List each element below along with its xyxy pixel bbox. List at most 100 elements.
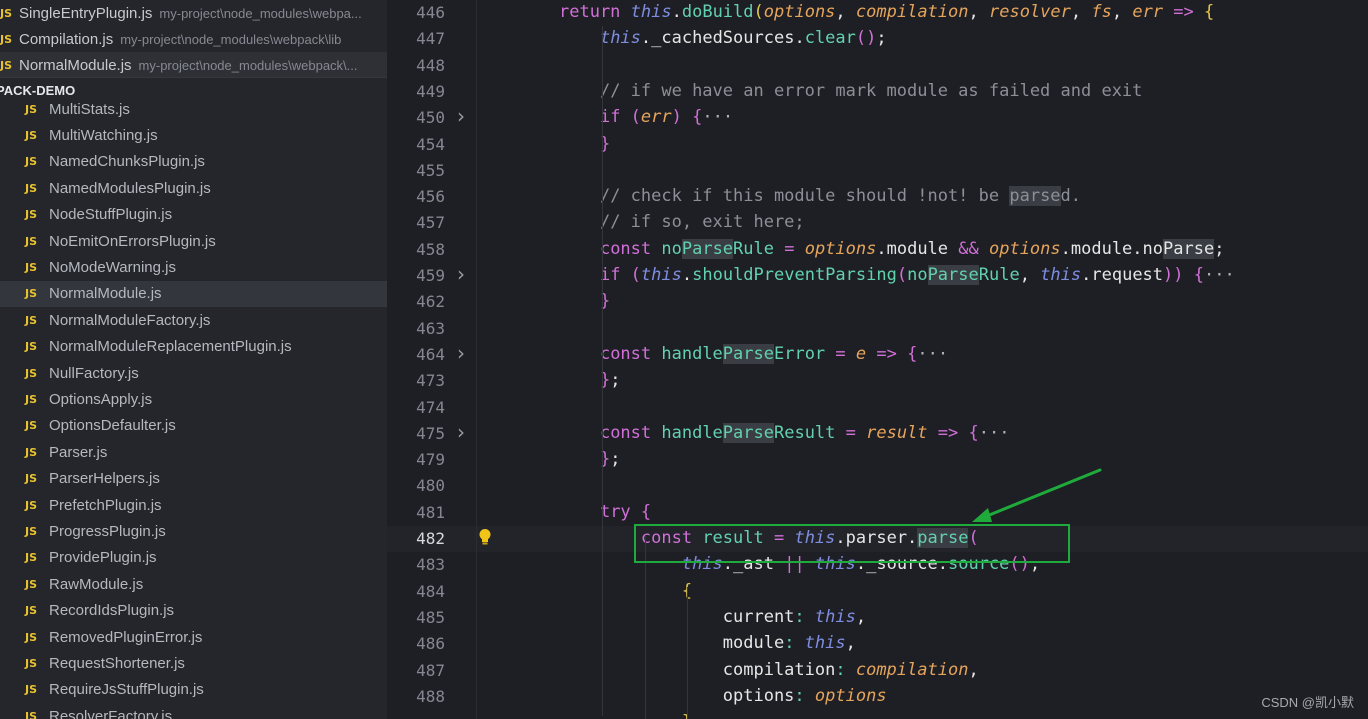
code-text[interactable]: // check if this module should !not! be …: [559, 186, 1082, 207]
fold-chevron-icon[interactable]: ›: [457, 262, 465, 286]
line-number: 447: [416, 29, 445, 49]
code-text[interactable]: };: [559, 449, 621, 469]
open-editor-name: SingleEntryPlugin.js: [19, 4, 153, 22]
fold-chevron-icon[interactable]: ›: [457, 104, 465, 128]
code-text[interactable]: if (this.shouldPreventParsing(noParseRul…: [559, 265, 1235, 285]
code-token: =: [835, 422, 867, 443]
file-tree-item[interactable]: JS NamedChunksPlugin.js: [0, 149, 387, 175]
code-text[interactable]: return this.doBuild(options, compilation…: [559, 2, 1214, 22]
js-file-icon: JS: [25, 551, 38, 565]
code-token: resolver: [988, 2, 1071, 22]
file-tree-item[interactable]: JS ProvidePlugin.js: [0, 545, 387, 571]
file-tree-item[interactable]: JS NamedModulesPlugin.js: [0, 175, 387, 201]
code-text[interactable]: options: options: [559, 686, 887, 706]
file-tree-item[interactable]: JS Parser.js: [0, 439, 387, 465]
code-token: :: [794, 685, 815, 706]
code-text[interactable]: const noParseRule = options.module && op…: [559, 238, 1224, 259]
code-token: // if so, exit here;: [599, 212, 805, 233]
file-tree-item[interactable]: JS RecordIdsPlugin.js: [0, 598, 387, 624]
code-token: d.: [1060, 186, 1082, 207]
code-token: :: [835, 659, 856, 680]
file-tree-item[interactable]: JS NoEmitOnErrorsPlugin.js: [0, 228, 387, 254]
file-tree-item[interactable]: JS NormalModule.js: [0, 280, 387, 307]
code-line: 450 › if (err) {···: [387, 104, 1368, 131]
js-file-icon: JS: [25, 419, 38, 433]
code-line: 473 };: [387, 368, 1368, 394]
code-text[interactable]: const handleParseResult = result => {···: [559, 422, 1009, 443]
code-text[interactable]: this._cachedSources.clear();: [559, 28, 887, 48]
code-token: {: [1193, 265, 1204, 285]
code-text[interactable]: // if we have an error mark module as fa…: [559, 81, 1142, 101]
code-token: _cachedSources: [651, 28, 795, 49]
file-tree-item[interactable]: JS OptionsApply.js: [0, 386, 387, 412]
file-tree-item[interactable]: JS NullFactory.js: [0, 360, 387, 386]
code-token: .: [794, 28, 805, 49]
code-line: 484 {: [387, 579, 1368, 605]
js-file-icon: JS: [25, 234, 38, 248]
file-tree-item[interactable]: JS NoModeWarning.js: [0, 254, 387, 280]
code-text[interactable]: const handleParseError = e => {···: [559, 343, 948, 364]
open-editor-item[interactable]: JS Compilation.js my-project\node_modules\…: [0, 26, 387, 52]
file-tree-item[interactable]: JS NodeStuffPlugin.js: [0, 202, 387, 228]
file-tree-item[interactable]: JS NormalModuleReplacementPlugin.js: [0, 334, 387, 360]
code-text[interactable]: compilation: compilation,: [559, 660, 979, 680]
file-tree-item[interactable]: JS ParserHelpers.js: [0, 466, 387, 492]
code-token: {: [907, 343, 918, 364]
file-tree-item[interactable]: JS MultiStats.js: [0, 96, 387, 122]
code-text[interactable]: // if so, exit here;: [559, 212, 805, 232]
code-text[interactable]: module: this,: [559, 633, 856, 653]
code-line: 481 try {: [387, 500, 1368, 526]
code-text[interactable]: };: [559, 370, 621, 391]
code-text[interactable]: {: [559, 581, 692, 601]
open-editor-item[interactable]: JS NormalModule.js my-project\node_modules…: [0, 52, 387, 78]
file-tree-item[interactable]: JS RawModule.js: [0, 571, 387, 597]
file-tree-item[interactable]: JS OptionsDefaulter.js: [0, 413, 387, 439]
open-editor-name: NormalModule.js: [19, 56, 132, 74]
code-editor[interactable]: 446 return this.doBuild(options, compilat…: [387, 0, 1368, 719]
file-tree-item[interactable]: JS ProgressPlugin.js: [0, 518, 387, 544]
code-token: if: [599, 265, 631, 285]
line-number: 488: [416, 686, 445, 706]
file-tree-item[interactable]: JS RequestShortener.js: [0, 650, 387, 676]
file-tree-item[interactable]: JS PrefetchPlugin.js: [0, 492, 387, 518]
code-text[interactable]: }: [559, 712, 692, 719]
fold-chevron-icon[interactable]: ›: [457, 341, 465, 365]
code-text[interactable]: if (err) {···: [559, 107, 733, 127]
file-tree-item[interactable]: JS RemovedPluginError.js: [0, 624, 387, 650]
code-token: this: [630, 2, 672, 22]
file-name: PrefetchPlugin.js: [49, 496, 162, 514]
line-number: 479: [416, 450, 445, 470]
js-file-icon: JS: [25, 287, 38, 301]
file-tree-item[interactable]: JS RequireJsStuffPlugin.js: [0, 677, 387, 703]
code-token: compilation: [855, 2, 969, 22]
code-line: 454 }: [387, 132, 1368, 158]
code-token: Parse: [722, 343, 774, 364]
explorer-sidebar: JS SingleEntryPlugin.js my-project\node_mo…: [0, 0, 387, 719]
open-editor-item[interactable]: JS SingleEntryPlugin.js my-project\node_mo…: [0, 0, 387, 26]
code-token: &&: [958, 238, 989, 259]
code-token: {: [968, 422, 979, 443]
code-token: ;: [610, 370, 621, 391]
code-line: 475 › const handleParseResult = result =>…: [387, 420, 1368, 447]
code-line: 448: [387, 53, 1368, 79]
file-name: NamedChunksPlugin.js: [49, 153, 205, 171]
file-tree-item[interactable]: JS MultiWatching.js: [0, 122, 387, 148]
code-text[interactable]: try {: [559, 502, 651, 522]
lightbulb-icon[interactable]: [478, 528, 492, 546]
code-token: no: [661, 238, 682, 259]
open-editor-path: my-project\node_modules\webpack\...: [138, 57, 358, 73]
code-token: // check if this module should !not! be: [599, 186, 1010, 207]
file-tree-item[interactable]: JS ResolverFactory.js: [0, 703, 387, 719]
code-token: ,: [1111, 2, 1133, 22]
code-token: .: [681, 265, 693, 285]
fold-chevron-icon[interactable]: ›: [457, 420, 465, 444]
code-text[interactable]: current: this,: [559, 607, 866, 627]
file-tree-item[interactable]: JS NormalModuleFactory.js: [0, 307, 387, 333]
code-line: 449 // if we have an error mark module a…: [387, 79, 1368, 105]
